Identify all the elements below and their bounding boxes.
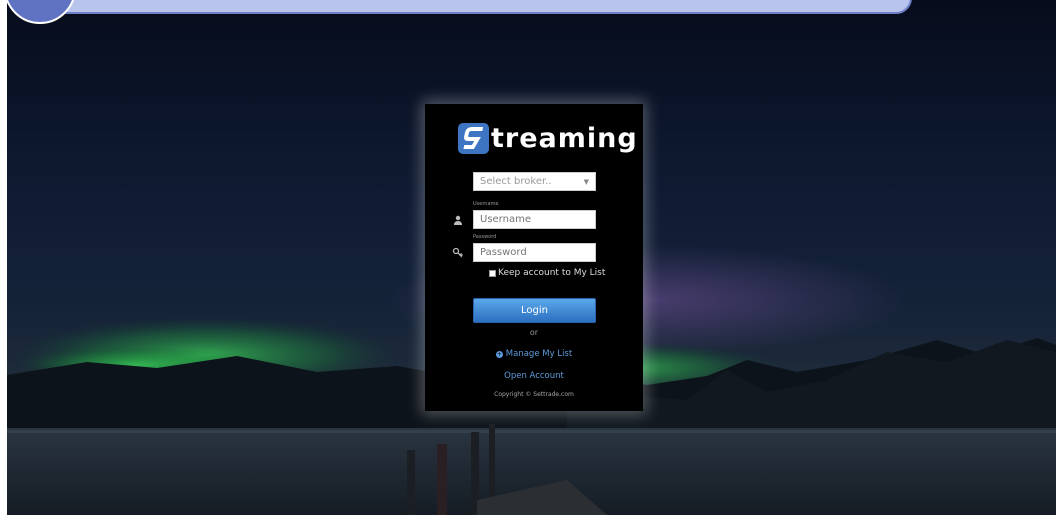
plus-circle-icon: + bbox=[495, 351, 503, 358]
keep-account-label[interactable]: Keep account to My List bbox=[498, 268, 605, 278]
or-separator: or bbox=[529, 328, 539, 337]
chevron-down-icon: ▼ bbox=[583, 178, 589, 186]
manage-my-list-label: Manage My List bbox=[505, 349, 573, 359]
password-input[interactable] bbox=[473, 243, 596, 262]
username-input[interactable] bbox=[473, 210, 596, 229]
password-label: Password bbox=[473, 234, 497, 240]
user-icon bbox=[454, 215, 462, 225]
login-panel: treaming Select broker.. ▼ Username Pass… bbox=[425, 104, 643, 411]
manage-my-list-link[interactable]: + Manage My List bbox=[425, 349, 643, 359]
key-icon bbox=[452, 247, 463, 258]
login-button[interactable]: Login bbox=[473, 298, 596, 323]
broker-select-placeholder: Select broker.. bbox=[480, 176, 552, 187]
streaming-logo-mark-icon bbox=[458, 122, 489, 154]
brand-text: treaming bbox=[491, 122, 638, 154]
keep-account-row: Keep account to My List bbox=[489, 268, 605, 278]
streaming-logo: treaming bbox=[458, 121, 638, 155]
top-banner bbox=[40, 0, 912, 14]
username-label: Username bbox=[473, 201, 499, 207]
copyright-text: Copyright © Settrade.com bbox=[494, 391, 574, 398]
broker-select[interactable]: Select broker.. ▼ bbox=[473, 172, 596, 191]
keep-account-checkbox[interactable] bbox=[489, 269, 496, 277]
open-account-link[interactable]: Open Account bbox=[425, 371, 643, 381]
